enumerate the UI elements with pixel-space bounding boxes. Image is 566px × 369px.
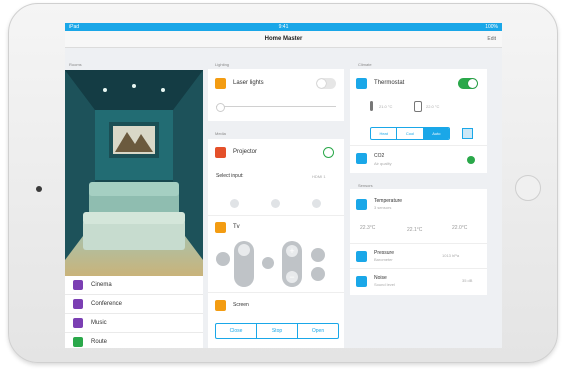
thermostat-icon <box>356 78 367 89</box>
tv-name: Tv <box>233 224 240 230</box>
down-button[interactable] <box>311 267 325 281</box>
front-camera <box>36 186 42 192</box>
thermostat-name: Thermostat <box>374 80 405 86</box>
projector-icon <box>215 147 226 158</box>
media-header: Media <box>215 131 226 136</box>
room-list: Cinema Conference Music Route <box>65 276 203 348</box>
edit-button[interactable]: Edit <box>487 31 496 47</box>
light-toggle[interactable] <box>316 78 336 89</box>
channel-rocker[interactable] <box>234 241 254 287</box>
pressure-value: 1013 hPa <box>442 253 460 258</box>
co2-sub: Air quality <box>374 161 392 166</box>
source-button[interactable] <box>262 257 274 269</box>
room-item-cinema[interactable]: Cinema <box>65 276 203 295</box>
thermometer-icon <box>370 101 373 111</box>
room-label: Route <box>91 339 108 345</box>
route-icon <box>73 337 83 347</box>
music-icon <box>73 318 83 328</box>
open-button[interactable]: Open <box>298 324 338 338</box>
mode-heat[interactable]: Heat <box>371 128 398 139</box>
noise-name: Noise <box>374 275 387 281</box>
tv-icon <box>215 222 226 233</box>
up-button[interactable] <box>311 248 325 262</box>
input-select[interactable]: HDMI 1 <box>312 174 326 179</box>
slider-thumb[interactable] <box>216 103 225 112</box>
noise-icon <box>356 276 367 287</box>
room-label: Music <box>91 320 107 326</box>
room-label: Cinema <box>91 282 112 288</box>
target-temp: 22.0 °C <box>426 104 440 109</box>
fan-button[interactable] <box>462 128 473 139</box>
pressure-icon <box>356 251 367 262</box>
room-item-conference[interactable]: Conference <box>65 295 203 314</box>
co2-icon <box>356 153 367 164</box>
page-title: Home Master <box>264 36 303 42</box>
film-icon <box>73 280 83 290</box>
thermostat-toggle[interactable] <box>458 78 478 89</box>
input-label: Select input: <box>216 173 244 179</box>
play-button[interactable] <box>271 199 280 208</box>
sensors-header: Sensors <box>358 183 373 188</box>
prev-button[interactable] <box>230 199 239 208</box>
power-icon[interactable] <box>323 147 334 158</box>
dimmer-slider[interactable] <box>216 106 336 107</box>
current-temp: 21.0 °C <box>379 104 393 109</box>
volume-rocker[interactable]: + − <box>282 241 302 287</box>
mode-auto[interactable]: Auto <box>423 128 449 139</box>
status-bar: iPad 9:41 100% <box>65 23 502 31</box>
sensors-card: Temperature 3 sensors 22.3°C 22.1°C 22.0… <box>350 189 487 295</box>
lighting-header: Lighting <box>215 62 230 67</box>
pressure-name: Pressure <box>374 250 395 256</box>
temperature-sub: 3 sensors <box>374 205 392 210</box>
pressure-sub: Barometer <box>374 257 393 262</box>
light-name: Laser lights <box>233 80 264 86</box>
temp-reading-2: 22.1°C <box>407 227 423 233</box>
co2-name: CO2 <box>374 153 385 159</box>
mode-selector: Heat Cool Auto <box>370 127 450 140</box>
temperature-name: Temperature <box>374 198 403 204</box>
close-button[interactable]: Close <box>216 324 257 338</box>
room-label: Conference <box>91 301 123 307</box>
battery: 100% <box>485 24 498 30</box>
screen-controls: Close Stop Open <box>215 323 339 339</box>
screen: iPad 9:41 100% Home Master Edit Rooms Li… <box>65 23 502 348</box>
room-photo <box>65 70 203 276</box>
rooms-header: Rooms <box>69 62 82 67</box>
climate-header: Climate <box>358 62 372 67</box>
noise-sub: Sound level <box>374 282 395 287</box>
people-icon <box>73 299 83 309</box>
noise-value: 35 dB <box>462 278 473 283</box>
temp-reading-1: 22.3°C <box>360 225 376 231</box>
home-button[interactable] <box>515 175 541 201</box>
clock: 9:41 <box>278 24 289 30</box>
projector-name: Projector <box>233 149 258 155</box>
screen-icon <box>215 300 226 311</box>
target-icon <box>414 101 422 112</box>
mode-cool[interactable]: Cool <box>397 128 424 139</box>
bulb-icon <box>215 78 226 89</box>
nav-bar: Home Master Edit <box>65 31 502 48</box>
room-item-music[interactable]: Music <box>65 314 203 333</box>
room-item-route[interactable]: Route <box>65 333 203 348</box>
temperature-icon <box>356 199 367 210</box>
next-button[interactable] <box>312 199 321 208</box>
screen-name: Screen <box>233 302 249 308</box>
co2-status-dot <box>467 156 475 164</box>
temp-reading-3: 22.0°C <box>452 225 468 231</box>
climate-card: Thermostat 21.0 °C 22.0 °C Heat Cool Aut… <box>350 69 487 173</box>
lighting-card: Laser lights <box>208 69 344 121</box>
media-card: Projector Select input: HDMI 1 Tv + − Sc… <box>208 139 344 348</box>
mute-button[interactable] <box>216 252 230 266</box>
stop-button[interactable]: Stop <box>257 324 298 338</box>
